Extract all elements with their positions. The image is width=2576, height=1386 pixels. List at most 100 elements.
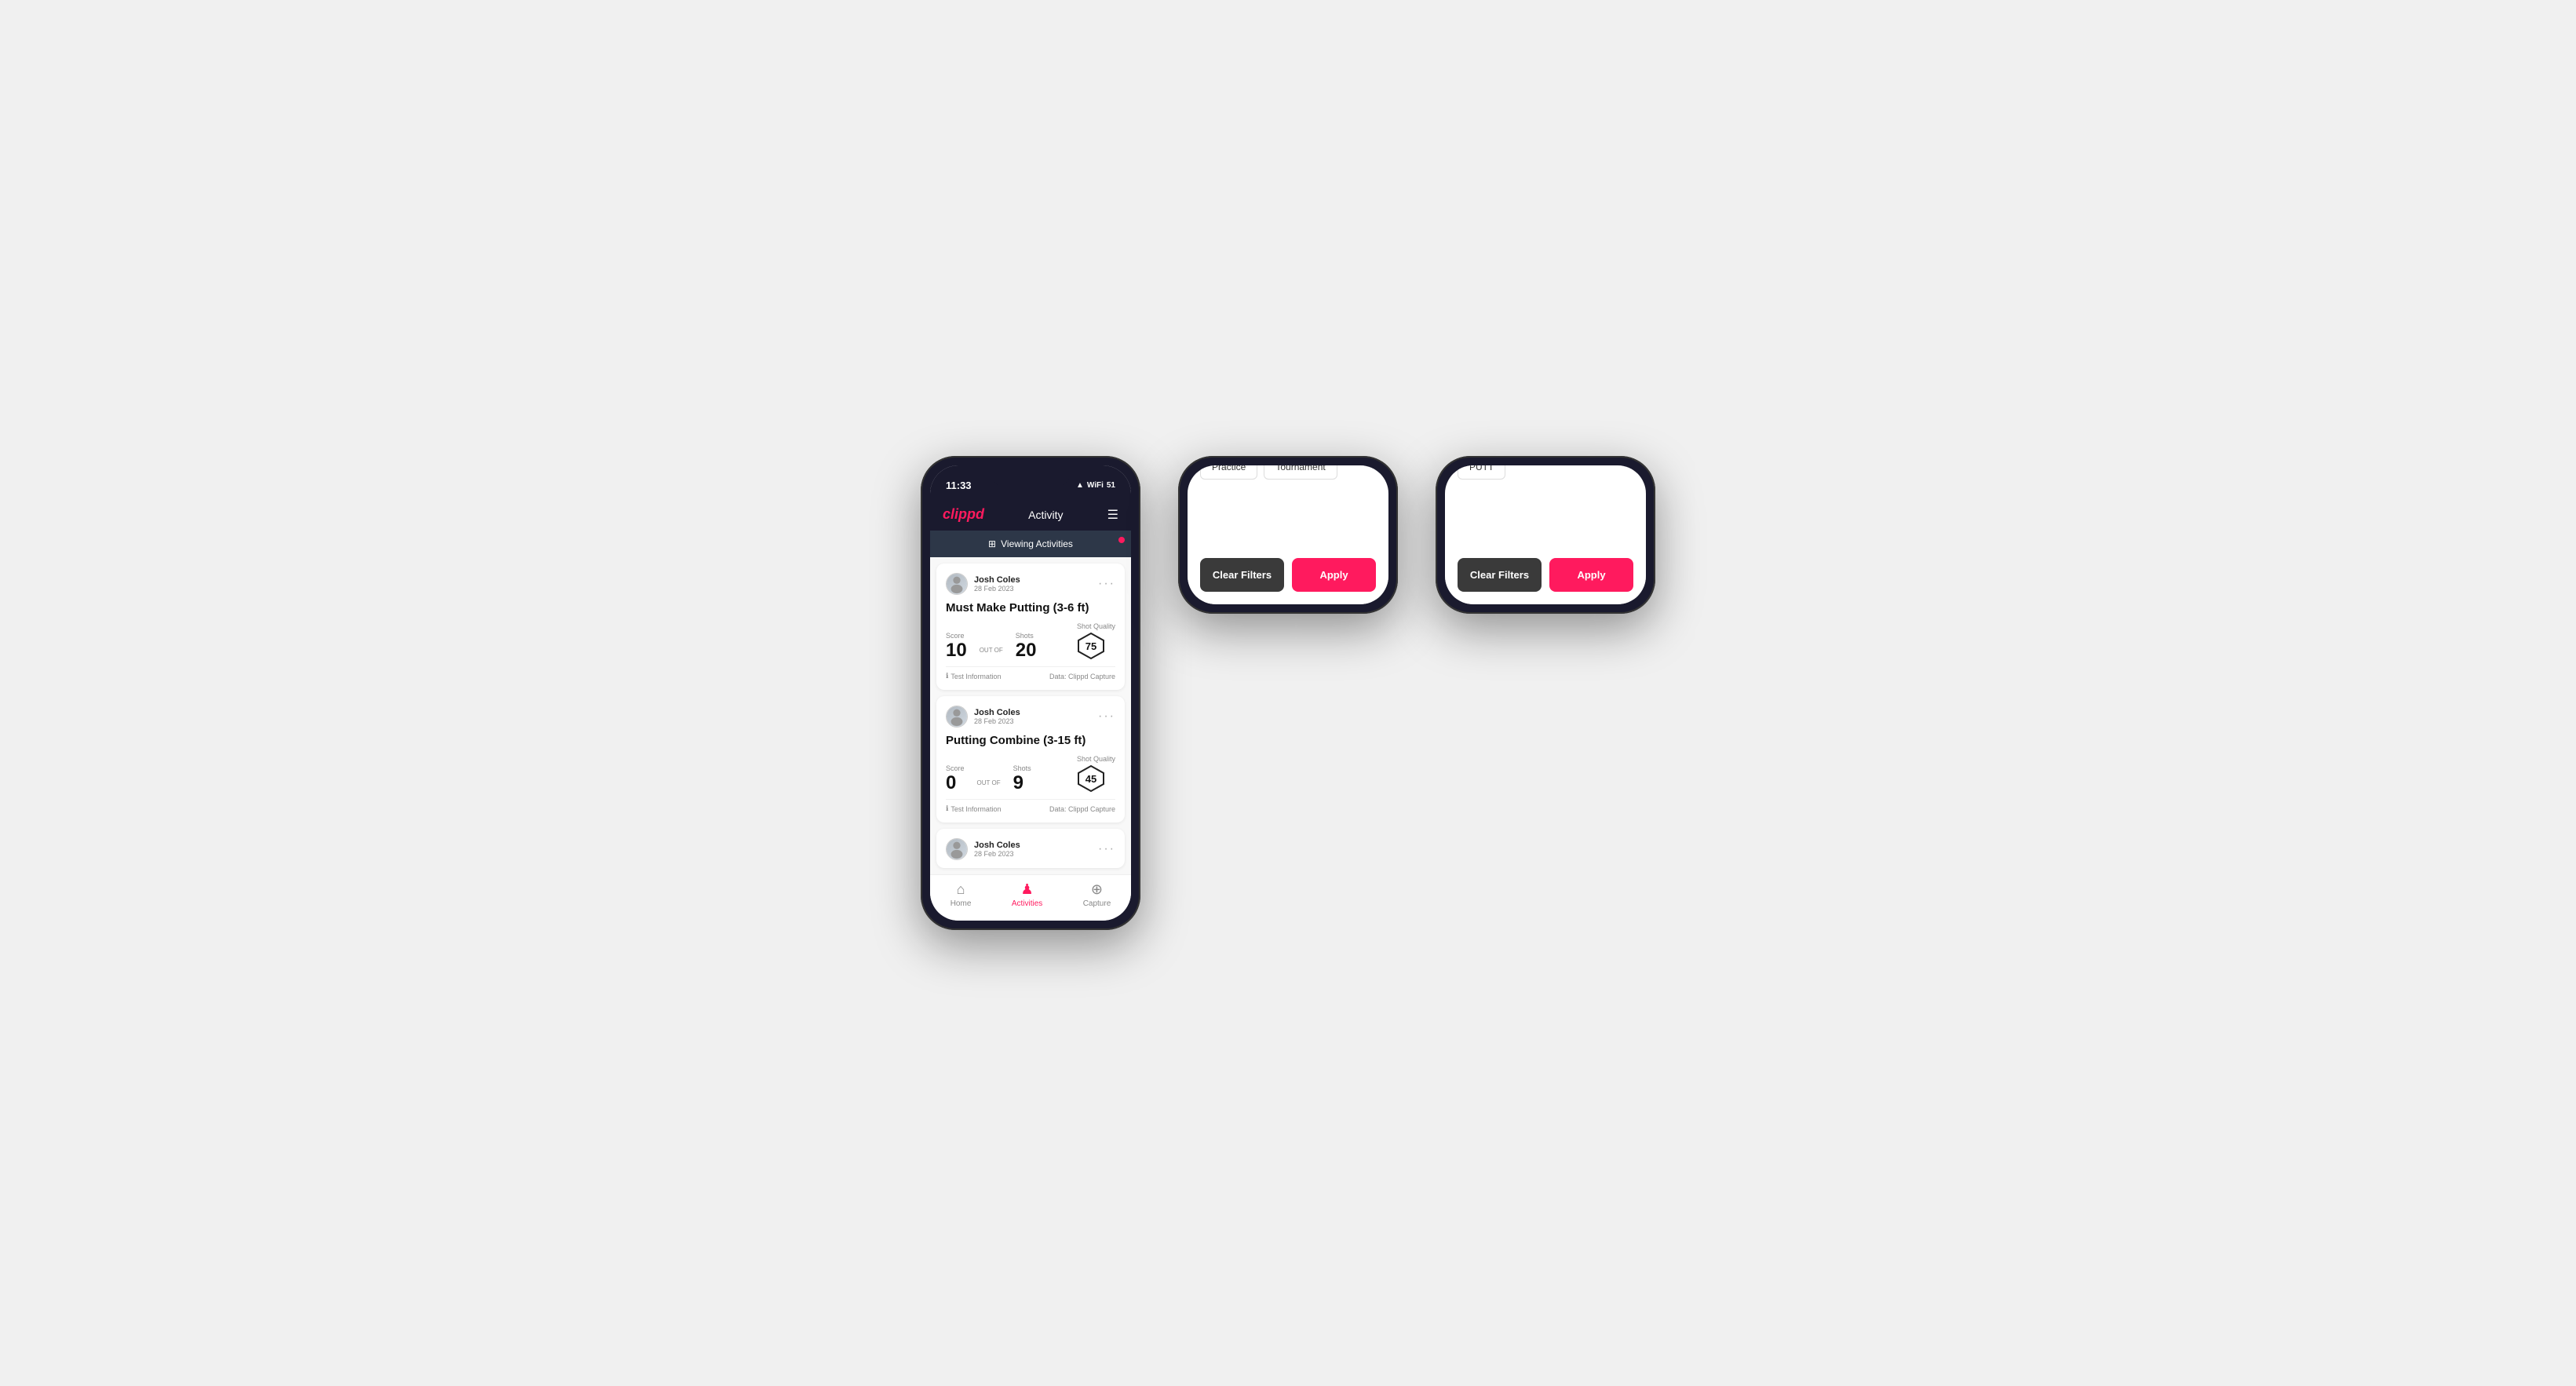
- rounds-section-2: Rounds Practice Tournament: [1200, 465, 1376, 480]
- user-details-1: Josh Coles 28 Feb 2023: [974, 575, 1020, 593]
- more-icon-3[interactable]: ···: [1098, 842, 1115, 856]
- user-info-1: Josh Coles 28 Feb 2023: [946, 573, 1020, 595]
- wifi-icon: WiFi: [1087, 481, 1104, 490]
- nav-title-1: Activity: [1028, 509, 1063, 521]
- home-icon-1: ⌂: [957, 881, 965, 898]
- practice-btn-2[interactable]: Practice: [1200, 465, 1257, 480]
- card-stats-2: Score 0 OUT OF Shots 9: [946, 755, 1115, 793]
- phones-container: 11:33 ▲ WiFi 51 clippd Activity ☰ ⊞ Vi: [921, 456, 1655, 930]
- more-icon-2[interactable]: ···: [1098, 709, 1115, 724]
- card-header-1: Josh Coles 28 Feb 2023 ···: [946, 573, 1115, 595]
- filter-modal-2: Filter ✕ Show Rounds Practice Drills Rou…: [1188, 465, 1388, 604]
- card-title-1: Must Make Putting (3-6 ft): [946, 601, 1115, 615]
- menu-icon-1[interactable]: ☰: [1107, 507, 1118, 523]
- modal-spacer-3: [1458, 492, 1633, 539]
- activities-label-1: Activities: [1012, 899, 1042, 908]
- score-stat-1: Score 10: [946, 632, 967, 660]
- clear-btn-2[interactable]: Clear Filters: [1200, 558, 1284, 592]
- user-date-1: 28 Feb 2023: [974, 585, 1020, 593]
- shots-label-1: Shots: [1016, 632, 1037, 640]
- phone-2: 11:33 ▲ WiFi 51 clippd Activity ☰ ⊞: [1178, 456, 1398, 614]
- phone-3: 11:33 ▲ WiFi 51 clippd Activity ☰ ⊞: [1436, 456, 1655, 614]
- nav-home-1[interactable]: ⌂ Home: [950, 881, 972, 908]
- capture-icon-1: ⊕: [1091, 881, 1103, 898]
- user-name-3: Josh Coles: [974, 841, 1020, 850]
- status-time-1: 11:33: [946, 480, 972, 491]
- viewing-label-1: Viewing Activities: [1001, 538, 1073, 549]
- viewing-bar-1[interactable]: ⊞ Viewing Activities: [930, 531, 1131, 557]
- modal-spacer-2: [1200, 492, 1376, 539]
- nav-activities-1[interactable]: ♟ Activities: [1012, 881, 1042, 908]
- activity-card-2: Josh Coles 28 Feb 2023 ··· Putting Combi…: [936, 696, 1125, 822]
- putt-btn-3[interactable]: PUTT: [1458, 465, 1505, 480]
- signal-icon: ▲: [1076, 481, 1084, 490]
- outof-text-2: OUT OF: [977, 779, 1001, 790]
- card-stats-1: Score 10 OUT OF Shots 20: [946, 622, 1115, 660]
- user-name-1: Josh Coles: [974, 575, 1020, 585]
- home-label-1: Home: [950, 899, 972, 908]
- notch-1: [991, 465, 1070, 487]
- apply-btn-3[interactable]: Apply: [1549, 558, 1633, 592]
- clear-btn-3[interactable]: Clear Filters: [1458, 558, 1542, 592]
- nav-bar-1: clippd Activity ☰: [930, 500, 1131, 531]
- activities-icon-1: ♟: [1020, 881, 1033, 898]
- user-date-3: 28 Feb 2023: [974, 850, 1020, 858]
- avatar-1: [946, 573, 968, 595]
- score-stat-2: Score 0: [946, 764, 965, 793]
- score-value-1: 10: [946, 640, 967, 661]
- card-header-3: Josh Coles 28 Feb 2023 ···: [946, 838, 1115, 860]
- phone-3-screen: 11:33 ▲ WiFi 51 clippd Activity ☰ ⊞: [1445, 465, 1646, 604]
- shots-value-1: 20: [1016, 640, 1037, 661]
- card-footer-2: ℹ Test Information Data: Clippd Capture: [946, 799, 1115, 813]
- quality-stat-1: Shot Quality 75: [1077, 622, 1115, 660]
- info-icon-2: ℹ: [946, 804, 948, 813]
- apply-btn-2[interactable]: Apply: [1292, 558, 1376, 592]
- data-info-2: Data: Clippd Capture: [1049, 805, 1115, 813]
- red-dot-1: [1118, 537, 1125, 543]
- user-info-2: Josh Coles 28 Feb 2023: [946, 706, 1020, 728]
- test-info-1: ℹ Test Information: [946, 672, 1001, 680]
- tournament-btn-2[interactable]: Tournament: [1264, 465, 1337, 480]
- nav-capture-1[interactable]: ⊕ Capture: [1083, 881, 1111, 908]
- phone-2-screen: 11:33 ▲ WiFi 51 clippd Activity ☰ ⊞: [1188, 465, 1388, 604]
- outof-2: OUT OF: [977, 779, 1001, 793]
- hexagon-1: 75: [1077, 632, 1105, 660]
- user-details-3: Josh Coles 28 Feb 2023: [974, 841, 1020, 858]
- quality-value-2: 45: [1085, 773, 1096, 785]
- quality-label-2: Shot Quality: [1077, 755, 1115, 763]
- filter-modal-3: Filter ✕ Show Rounds Practice Drills Pra…: [1445, 465, 1646, 604]
- shots-stat-1: Shots 20: [1016, 632, 1037, 660]
- activity-card-1: Josh Coles 28 Feb 2023 ··· Must Make Put…: [936, 564, 1125, 690]
- test-info-2: ℹ Test Information: [946, 804, 1001, 813]
- card-footer-1: ℹ Test Information Data: Clippd Capture: [946, 666, 1115, 680]
- quality-value-1: 75: [1085, 640, 1096, 652]
- phone-1-screen: 11:33 ▲ WiFi 51 clippd Activity ☰ ⊞ Vi: [930, 465, 1131, 921]
- more-icon-1[interactable]: ···: [1098, 577, 1115, 591]
- quality-label-1: Shot Quality: [1077, 622, 1115, 630]
- data-info-1: Data: Clippd Capture: [1049, 673, 1115, 680]
- avatar-3: [946, 838, 968, 860]
- bottom-nav-1: ⌂ Home ♟ Activities ⊕ Capture: [930, 874, 1131, 921]
- filter-icon-1: ⊞: [988, 538, 996, 549]
- avatar-2: [946, 706, 968, 728]
- phone-1: 11:33 ▲ WiFi 51 clippd Activity ☰ ⊞ Vi: [921, 456, 1140, 930]
- activity-card-3: Josh Coles 28 Feb 2023 ···: [936, 829, 1125, 868]
- practice-drills-section-3: Practice Drills OTT APP ARG PUTT: [1458, 465, 1633, 480]
- modal-footer-3: Clear Filters Apply: [1458, 558, 1633, 592]
- shots-stat-2: Shots 9: [1013, 764, 1031, 793]
- capture-label-1: Capture: [1083, 899, 1111, 908]
- shots-label-2: Shots: [1013, 764, 1031, 772]
- card-header-2: Josh Coles 28 Feb 2023 ···: [946, 706, 1115, 728]
- info-icon-1: ℹ: [946, 672, 948, 680]
- activity-list-1: Josh Coles 28 Feb 2023 ··· Must Make Put…: [930, 557, 1131, 874]
- user-info-3: Josh Coles 28 Feb 2023: [946, 838, 1020, 860]
- shots-value-2: 9: [1013, 772, 1023, 793]
- modal-footer-2: Clear Filters Apply: [1200, 558, 1376, 592]
- quality-stat-2: Shot Quality 45: [1077, 755, 1115, 793]
- user-details-2: Josh Coles 28 Feb 2023: [974, 708, 1020, 725]
- drills-buttons-3: OTT APP ARG PUTT: [1458, 465, 1633, 480]
- logo-1: clippd: [943, 506, 984, 523]
- hexagon-2: 45: [1077, 764, 1105, 793]
- user-date-2: 28 Feb 2023: [974, 717, 1020, 725]
- score-label-2: Score: [946, 764, 965, 772]
